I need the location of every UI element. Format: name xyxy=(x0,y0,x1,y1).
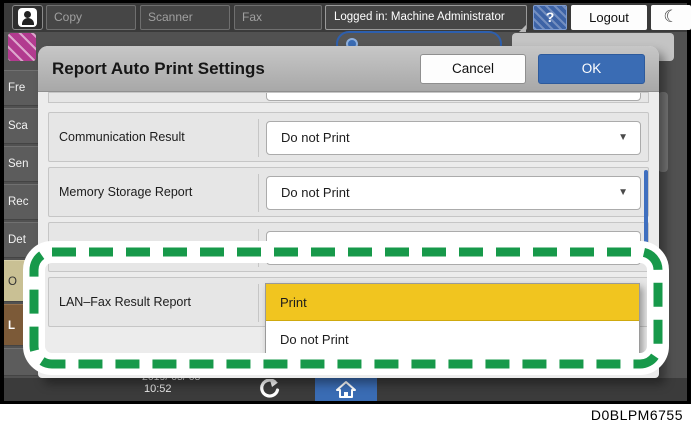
row-label: LAN–Fax Result Report xyxy=(59,278,191,326)
fax-settings-icon xyxy=(8,33,36,61)
help-button[interactable]: ? xyxy=(533,5,567,30)
chevron-down-icon: ▼ xyxy=(618,177,628,209)
login-dropdown-triangle-icon xyxy=(519,25,526,32)
chevron-down-icon: ▼ xyxy=(618,122,628,154)
tab-copy[interactable]: Copy xyxy=(46,5,136,30)
login-status[interactable]: Logged in: Machine Administrator xyxy=(325,5,527,30)
dropdown-value: Print xyxy=(281,232,308,264)
moon-icon: ☾ xyxy=(663,7,678,26)
datetime-display: 2019/ 05/ 03 10:52 xyxy=(142,378,232,401)
row-divider xyxy=(258,284,259,322)
user-button[interactable] xyxy=(12,5,43,30)
energy-saver-button[interactable]: ☾ xyxy=(651,5,691,30)
ok-button[interactable]: OK xyxy=(538,54,645,84)
tab-scanner[interactable]: Scanner xyxy=(140,5,230,30)
dropdown-value: Do not Print xyxy=(281,177,350,209)
row-divider xyxy=(258,119,259,157)
row-label: Confidential File Report xyxy=(59,223,190,271)
back-arrow-icon xyxy=(254,379,284,400)
sidebar-item-frequent[interactable]: Fre xyxy=(4,70,38,106)
sidebar-item-others[interactable]: O xyxy=(4,260,38,302)
home-icon xyxy=(335,380,357,399)
person-icon xyxy=(18,8,37,27)
bottom-bar: 2019/ 05/ 03 10:52 xyxy=(4,378,687,401)
row-divider xyxy=(258,174,259,212)
dropdown-option-do-not-print[interactable]: Do not Print xyxy=(266,321,639,358)
lan-fax-result-report-open-dropdown: Print Do not Print xyxy=(265,283,640,359)
logout-button[interactable]: Logout xyxy=(571,5,647,30)
scrolled-row-dropdown[interactable] xyxy=(266,92,641,101)
figure-caption: D0BLPM6755 xyxy=(591,407,683,423)
dropdown-option-print[interactable]: Print xyxy=(266,284,639,321)
row-confidential-file-report: Confidential File Report Print ▼ xyxy=(48,222,649,272)
confidential-file-report-dropdown[interactable]: Print ▼ xyxy=(266,231,641,265)
row-label: Communication Result xyxy=(59,113,185,161)
sidebar-item-lanfax[interactable]: L xyxy=(4,304,38,346)
top-bar: Copy Scanner Fax Logged in: Machine Admi… xyxy=(4,3,687,32)
sidebar-item-reception[interactable]: Rec xyxy=(4,184,38,220)
communication-result-dropdown[interactable]: Do not Print ▼ xyxy=(266,121,641,155)
cancel-button[interactable]: Cancel xyxy=(420,54,526,84)
row-divider xyxy=(258,229,259,267)
background-scrollbar xyxy=(658,92,668,172)
home-button[interactable] xyxy=(315,378,377,401)
dialog-title: Report Auto Print Settings xyxy=(52,46,265,92)
time-text: 10:52 xyxy=(142,383,232,395)
sidebar-item-blank xyxy=(4,348,38,376)
row-label: Memory Storage Report xyxy=(59,168,192,216)
device-screen: Copy Scanner Fax Logged in: Machine Admi… xyxy=(0,0,691,404)
tab-fax[interactable]: Fax xyxy=(234,5,322,30)
row-memory-storage-report: Memory Storage Report Do not Print ▼ xyxy=(48,167,649,217)
back-button[interactable] xyxy=(254,379,284,400)
scrolled-row-partial xyxy=(48,92,649,103)
sidebar-item-detailed[interactable]: Det xyxy=(4,222,38,258)
dropdown-value: Do not Print xyxy=(281,122,350,154)
memory-storage-report-dropdown[interactable]: Do not Print ▼ xyxy=(266,176,641,210)
screenshot-root: Copy Scanner Fax Logged in: Machine Admi… xyxy=(0,0,691,427)
sidebar-item-send[interactable]: Sen xyxy=(4,146,38,182)
row-communication-result: Communication Result Do not Print ▼ xyxy=(48,112,649,162)
dialog-scroll-indicator[interactable] xyxy=(644,170,648,248)
chevron-down-icon: ▼ xyxy=(618,232,628,264)
dialog-header: Report Auto Print Settings Cancel OK xyxy=(38,46,659,92)
sidebar-item-scan[interactable]: Sca xyxy=(4,108,38,144)
